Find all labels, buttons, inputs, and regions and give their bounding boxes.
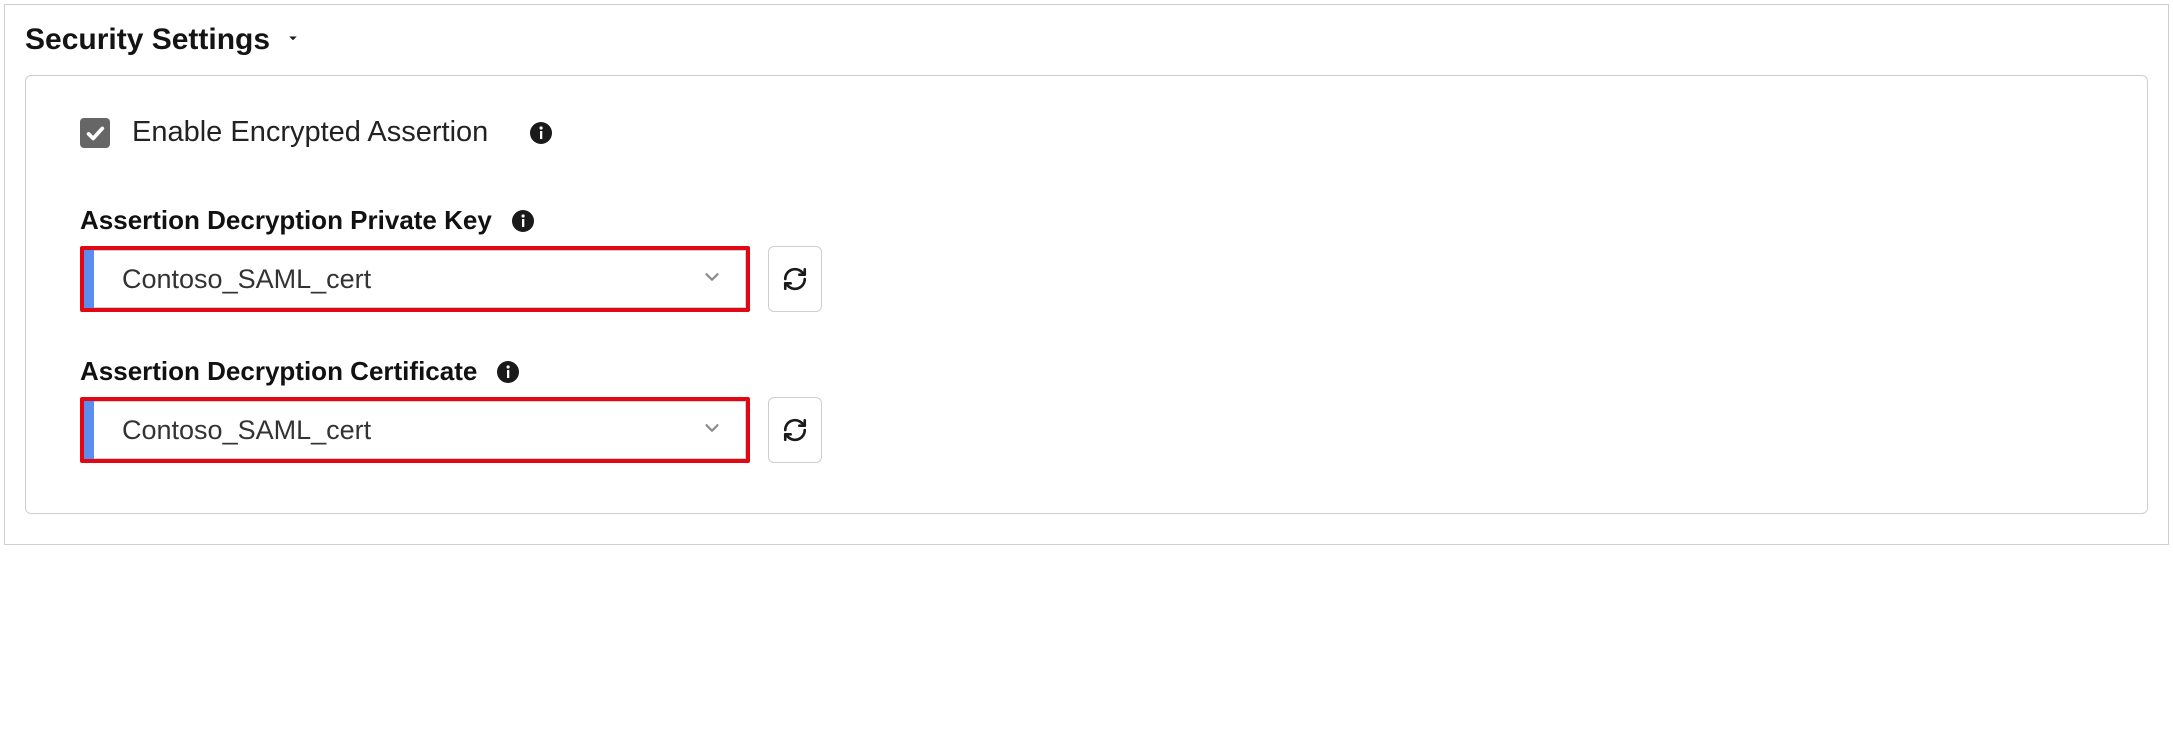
certificate-value: Contoso_SAML_cert: [122, 415, 701, 446]
private-key-label-row: Assertion Decryption Private Key: [80, 205, 2093, 236]
select-inner: Contoso_SAML_cert: [94, 401, 746, 459]
certificate-label: Assertion Decryption Certificate: [80, 356, 477, 387]
security-settings-container: Security Settings Enable Encrypted Asser…: [4, 4, 2169, 545]
certificate-control-row: Contoso_SAML_cert: [80, 397, 2093, 463]
enable-encrypted-assertion-checkbox[interactable]: [80, 118, 110, 148]
private-key-field: Assertion Decryption Private Key Contoso…: [80, 205, 2093, 312]
certificate-select[interactable]: Contoso_SAML_cert: [80, 397, 750, 463]
info-icon[interactable]: [495, 359, 521, 385]
private-key-select[interactable]: Contoso_SAML_cert: [80, 246, 750, 312]
settings-panel: Enable Encrypted Assertion Assertion Dec…: [25, 75, 2148, 514]
certificate-field: Assertion Decryption Certificate Contoso…: [80, 356, 2093, 463]
refresh-certificate-button[interactable]: [768, 397, 822, 463]
chevron-down-icon: [701, 266, 723, 293]
select-inner: Contoso_SAML_cert: [94, 250, 746, 308]
info-icon[interactable]: [510, 208, 536, 234]
refresh-private-key-button[interactable]: [768, 246, 822, 312]
enable-encrypted-assertion-label: Enable Encrypted Assertion: [132, 116, 488, 149]
caret-down-icon: [284, 29, 302, 52]
chevron-down-icon: [701, 417, 723, 444]
private-key-label: Assertion Decryption Private Key: [80, 205, 492, 236]
section-title: Security Settings: [25, 23, 270, 57]
select-marker: [84, 250, 94, 308]
certificate-label-row: Assertion Decryption Certificate: [80, 356, 2093, 387]
enable-encrypted-assertion-row: Enable Encrypted Assertion: [80, 116, 2093, 149]
select-marker: [84, 401, 94, 459]
section-header[interactable]: Security Settings: [25, 23, 2148, 57]
private-key-value: Contoso_SAML_cert: [122, 264, 701, 295]
info-icon[interactable]: [528, 120, 554, 146]
private-key-control-row: Contoso_SAML_cert: [80, 246, 2093, 312]
